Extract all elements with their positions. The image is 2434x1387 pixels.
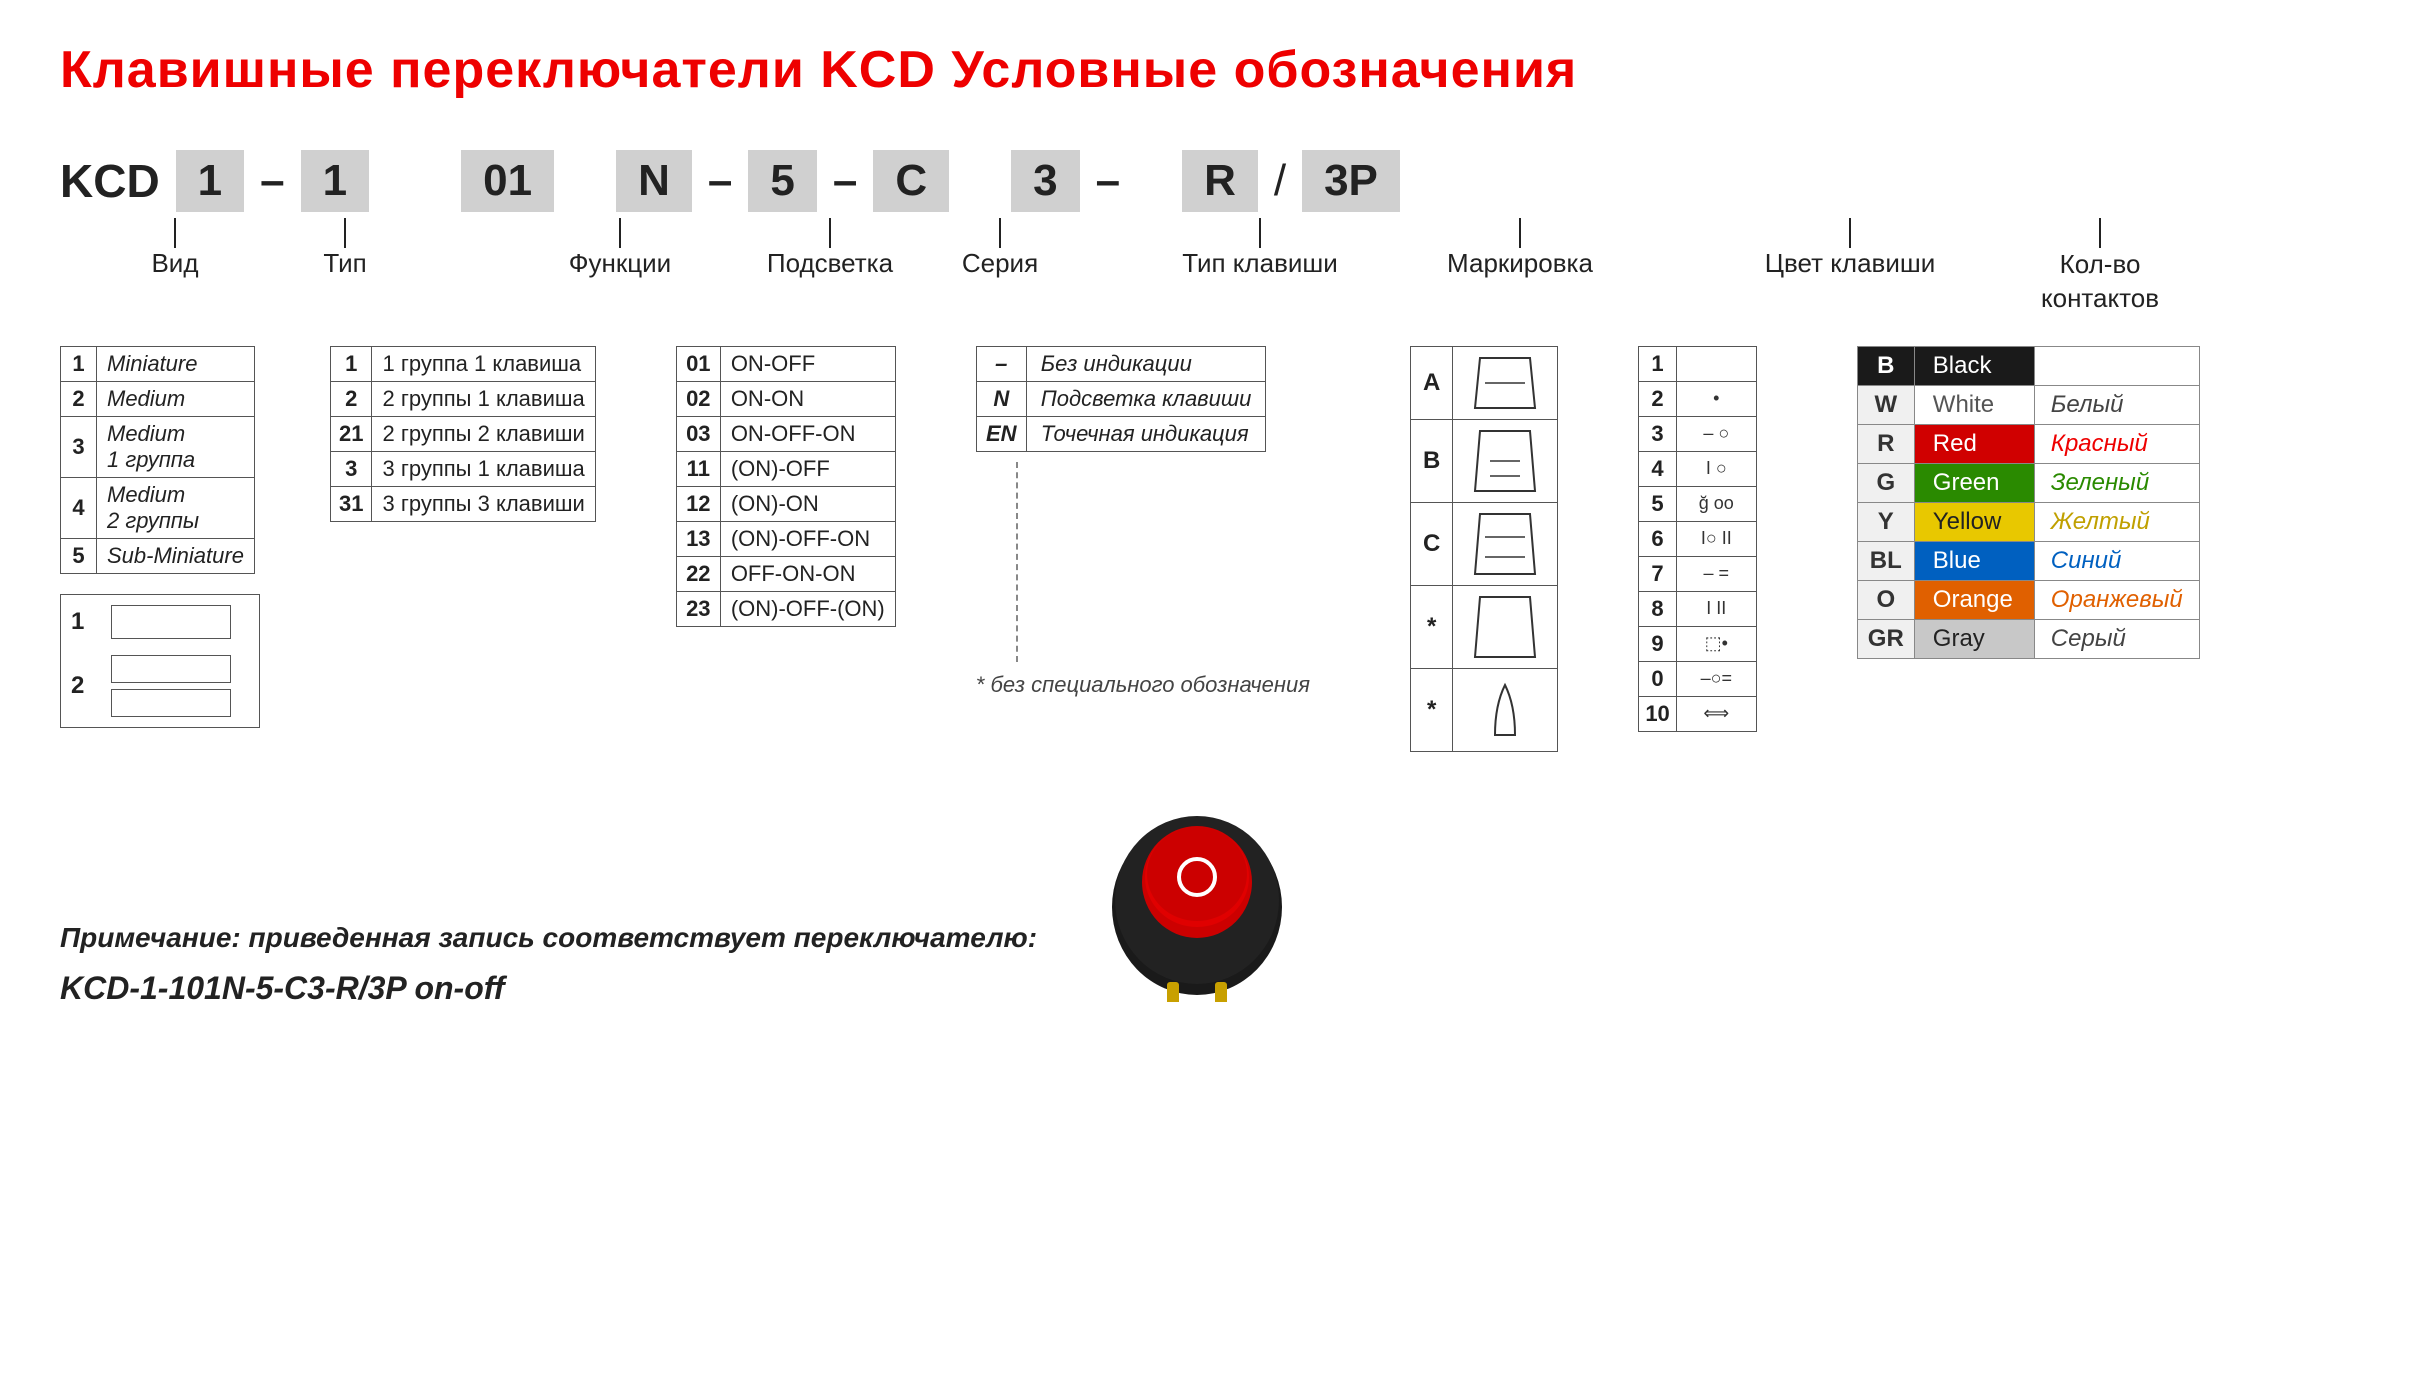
vid-row: 1Miniature [61,346,255,381]
vid-row: 4Medium2 группы [61,477,255,538]
markirovka-row: 9⬚• [1639,626,1756,661]
color-row: GRGrayСерый [1857,619,2199,658]
markirovka-row: 1 [1639,346,1756,381]
code-box-8: R [1182,150,1258,212]
code-box-9: 3P [1302,150,1400,212]
label-seria: Серия [962,248,1038,279]
podsvetka-row: –Без индикации [976,346,1266,381]
vid-row: 2Medium [61,381,255,416]
color-row: BBlackЧерный [1857,346,2199,385]
markirovka-row: 8I II [1639,591,1756,626]
tip-row: 33 группы 1 клавиша [331,451,596,486]
footnote: * без специального обозначения [976,672,1310,698]
label-markirovka: Маркировка [1447,248,1593,279]
podsvetka-table: –Без индикацииNПодсветка клавишиENТочечн… [976,346,1267,452]
markirovka-row: 0–○= [1639,661,1756,696]
code-dash-2: – [708,156,732,206]
label-tip: Тип [323,248,366,279]
color-row: GGreenЗеленый [1857,463,2199,502]
code-slash: / [1274,156,1286,206]
code-dash-1: – [260,156,284,206]
color-table: BBlackЧерныйWWhiteБелыйRRedКрасныйGGreen… [1857,346,2200,659]
funkcii-row: 01ON-OFF [676,346,895,381]
tip-row: 212 группы 2 клавиши [331,416,596,451]
markirovka-row: 3– ○ [1639,416,1756,451]
tip-section: 11 группа 1 клавиша22 группы 1 клавиша21… [330,346,596,522]
podsvetka-row: NПодсветка клавиши [976,381,1266,416]
label-podsvetka: Подсветка [767,248,893,279]
note-label: Примечание: приведенная запись соответст… [60,922,1037,954]
markirovka-row: 2• [1639,381,1756,416]
funkcii-row: 02ON-ON [676,381,895,416]
code-box-3: 01 [461,150,554,212]
main-title: Клавишные переключатели KCD Условные обо… [60,40,2374,100]
tip-row: 11 группа 1 клавиша [331,346,596,381]
podsvetka-row: ENТочечная индикация [976,416,1266,451]
funkcii-row: 13(ON)-OFF-ON [676,521,895,556]
label-funkcii: Функции [569,248,671,279]
code-dash-4: – [1096,156,1120,206]
markirovka-row: 4I ○ [1639,451,1756,486]
tip-row: 313 группы 3 клавиши [331,486,596,521]
note-code: KCD-1-101N-5-C3-R/3P on-off [60,970,1037,1007]
vid-row: 3Medium1 группа [61,416,255,477]
funkcii-row: 12(ON)-ON [676,486,895,521]
color-row: RRedКрасный [1857,424,2199,463]
markirovka-row: 5ğ oo [1639,486,1756,521]
code-prefix: KCD [60,154,160,208]
code-box-2: 1 [301,150,369,212]
funkcii-row: 11(ON)-OFF [676,451,895,486]
note-section: Примечание: приведенная запись соответст… [60,922,1037,1007]
label-vid: Вид [151,248,198,279]
code-box-1: 1 [176,150,244,212]
markirovka-section: 12•3– ○4I ○5ğ oo6I○ II7– =8I II9⬚•0–○=10… [1638,346,1756,732]
funkcii-table: 01ON-OFF02ON-ON03ON-OFF-ON11(ON)-OFF12(O… [676,346,896,627]
funkcii-row: 22OFF-ON-ON [676,556,895,591]
color-section: BBlackЧерныйWWhiteБелыйRRedКрасныйGGreen… [1857,346,2200,659]
funkcii-row: 23(ON)-OFF-(ON) [676,591,895,626]
tip-row: 22 группы 1 клавиша [331,381,596,416]
markirovka-row: 6I○ II [1639,521,1756,556]
label-cvet-klavishi: Цвет клавиши [1765,248,1936,279]
label-tip-klavishi: Тип клавиши [1182,248,1338,279]
podsvetka-section: –Без индикацииNПодсветка клавишиENТочечн… [976,346,1310,698]
color-row: YYellowЖелтый [1857,502,2199,541]
color-row: BLBlueСиний [1857,541,2199,580]
code-box-5: 5 [748,150,816,212]
color-row: WWhiteБелый [1857,385,2199,424]
label-kol-kontaktov: Кол-воконтактов [2041,248,2159,316]
code-box-7: 3 [1011,150,1079,212]
code-dash-3: – [833,156,857,206]
markirovka-row: 10⟺ [1639,696,1756,731]
code-box-6: C [873,150,949,212]
color-row: OOrangeОранжевый [1857,580,2199,619]
tip-klavishi-table: A B [1410,346,1558,752]
markirovka-table: 12•3– ○4I ○5ğ oo6I○ II7– =8I II9⬚•0–○=10… [1638,346,1756,732]
markirovka-row: 7– = [1639,556,1756,591]
funkcii-section: 01ON-OFF02ON-ON03ON-OFF-ON11(ON)-OFF12(O… [676,346,896,627]
tip-klavishi-section: A B [1410,346,1558,752]
vid-section: 1Miniature2Medium3Medium1 группа4Medium2… [60,346,260,728]
code-box-4: N [616,150,692,212]
switch-illustration [1097,802,1297,1007]
funkcii-row: 03ON-OFF-ON [676,416,895,451]
vid-row: 5Sub-Miniature [61,538,255,573]
vid-table: 1Miniature2Medium3Medium1 группа4Medium2… [60,346,255,574]
tip-table: 11 группа 1 клавиша22 группы 1 клавиша21… [330,346,596,522]
